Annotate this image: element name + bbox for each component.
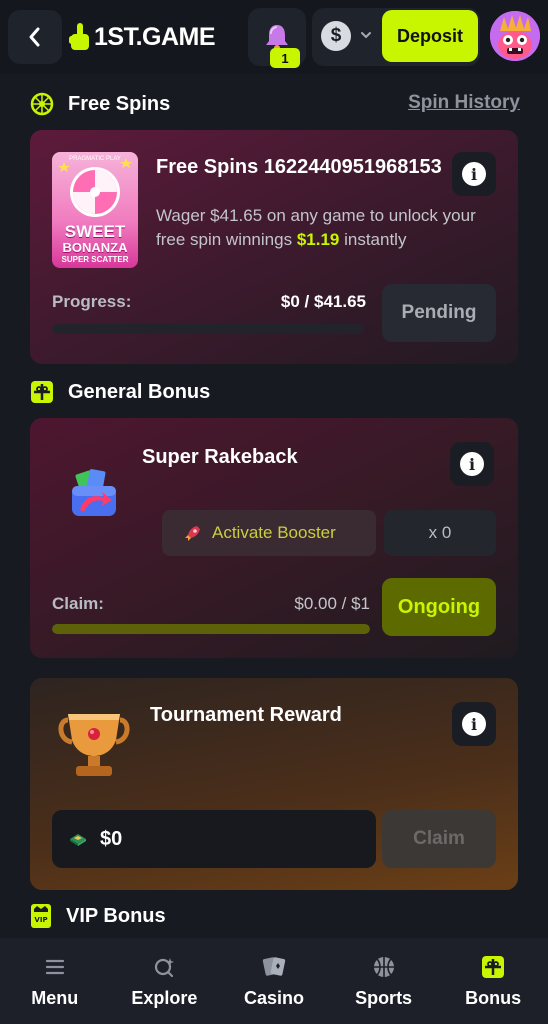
notification-badge: 1: [270, 48, 300, 68]
top-bar: 1ST.GAME 1 $ Deposit: [0, 0, 548, 74]
rakeback-info-button[interactable]: i: [450, 442, 494, 486]
free-spins-card: PRAGMATIC PLAY SWEET BONANZA SUPER SCATT…: [30, 130, 518, 364]
info-icon: i: [460, 452, 484, 476]
thumb-title-line2: BONANZA: [62, 240, 128, 255]
free-spins-info-button[interactable]: i: [452, 152, 496, 196]
tournament-info-button[interactable]: i: [452, 702, 496, 746]
wheel-icon: [30, 92, 54, 116]
rakeback-card: Super Rakeback i Activate Booster x 0 Cl…: [30, 418, 518, 658]
progress-label: Progress:: [52, 292, 132, 311]
tournament-card: Tournament Reward i $0 Claim: [30, 678, 518, 890]
progress-value: $0 / $41.65: [280, 292, 366, 311]
free-spins-description: Wager $41.65 on any game to unlock your …: [156, 204, 486, 252]
claim-button[interactable]: Claim: [382, 810, 496, 868]
desc-amount: $1.19: [296, 230, 340, 249]
claim-value: $0.00 / $1: [294, 594, 370, 613]
nav-label: Explore: [131, 988, 198, 1008]
menu-icon: [44, 954, 66, 980]
svg-text:VIP: VIP: [34, 916, 47, 924]
trophy-icon: [58, 714, 130, 776]
progress-bar: [52, 324, 364, 334]
claim-progress-fill: [52, 624, 370, 634]
chevron-down-icon[interactable]: [360, 30, 372, 40]
spin-history-link[interactable]: Spin History: [408, 92, 520, 114]
notifications-button[interactable]: 1: [248, 8, 306, 68]
booster-multiplier: x 0: [384, 510, 496, 556]
tournament-reward-amount: $0: [52, 810, 376, 868]
hand-logo-icon: [69, 23, 89, 50]
thumb-title-line3: SUPER SCATTER: [61, 255, 129, 264]
section-title: Free Spins: [68, 92, 171, 115]
booster-label: Activate Booster: [212, 523, 336, 542]
section-title: VIP Bonus: [66, 904, 166, 927]
gift-icon: [481, 954, 505, 980]
nav-bonus[interactable]: Bonus: [438, 938, 548, 1024]
section-title: General Bonus: [68, 380, 211, 403]
deposit-button[interactable]: Deposit: [382, 10, 478, 62]
avatar[interactable]: [490, 11, 540, 61]
general-bonus-header: General Bonus: [30, 378, 210, 406]
gift-icon: [31, 381, 53, 403]
wallet-widget: $ Deposit: [312, 8, 480, 66]
rakeback-wallet-icon: [72, 469, 116, 516]
cash-stack-icon: [70, 834, 86, 846]
nav-explore[interactable]: Explore: [110, 938, 220, 1024]
nav-label: Menu: [31, 988, 79, 1008]
ball-icon: [372, 954, 396, 980]
free-spins-title: Free Spins 1622440951968153: [156, 156, 442, 178]
nav-casino[interactable]: Casino: [219, 938, 329, 1024]
candy-swirl-icon: [58, 158, 132, 217]
nav-label: Casino: [243, 988, 304, 1008]
monster-avatar-icon: [490, 11, 540, 61]
vip-icon: VIP: [31, 904, 51, 928]
pending-status-button[interactable]: Pending: [382, 284, 496, 342]
claim-label: Claim:: [52, 594, 104, 613]
ongoing-status-button[interactable]: Ongoing: [382, 578, 496, 636]
brand-name: 1ST.GAME: [94, 22, 216, 51]
info-icon: i: [462, 712, 486, 736]
bottom-nav: Menu Explore Casino Sports Bonus: [0, 938, 548, 1024]
dollar-icon[interactable]: $: [321, 21, 351, 51]
chevron-left-icon: [29, 27, 40, 47]
nav-menu[interactable]: Menu: [0, 938, 110, 1024]
nav-sports[interactable]: Sports: [329, 938, 439, 1024]
back-button[interactable]: [8, 10, 62, 64]
info-icon: i: [462, 162, 486, 186]
claim-progress-bar: [52, 624, 370, 634]
brand-logo[interactable]: 1ST.GAME: [68, 22, 216, 52]
nav-label: Sports: [355, 988, 413, 1008]
rocket-icon: [185, 526, 200, 541]
nav-label: Bonus: [465, 988, 522, 1008]
tournament-title: Tournament Reward: [150, 704, 342, 726]
tournament-amount: $0: [100, 827, 123, 850]
rakeback-title: Super Rakeback: [142, 446, 298, 468]
cards-icon: [261, 954, 287, 980]
free-spins-header: Free Spins: [30, 90, 170, 118]
activate-booster-button[interactable]: Activate Booster: [162, 510, 376, 556]
explore-icon: [153, 954, 175, 980]
vip-bonus-header: VIP VIP Bonus: [30, 902, 166, 930]
desc-suffix: instantly: [339, 230, 407, 249]
thumb-title-line1: SWEET: [64, 222, 126, 241]
game-thumbnail[interactable]: PRAGMATIC PLAY SWEET BONANZA SUPER SCATT…: [52, 152, 138, 268]
